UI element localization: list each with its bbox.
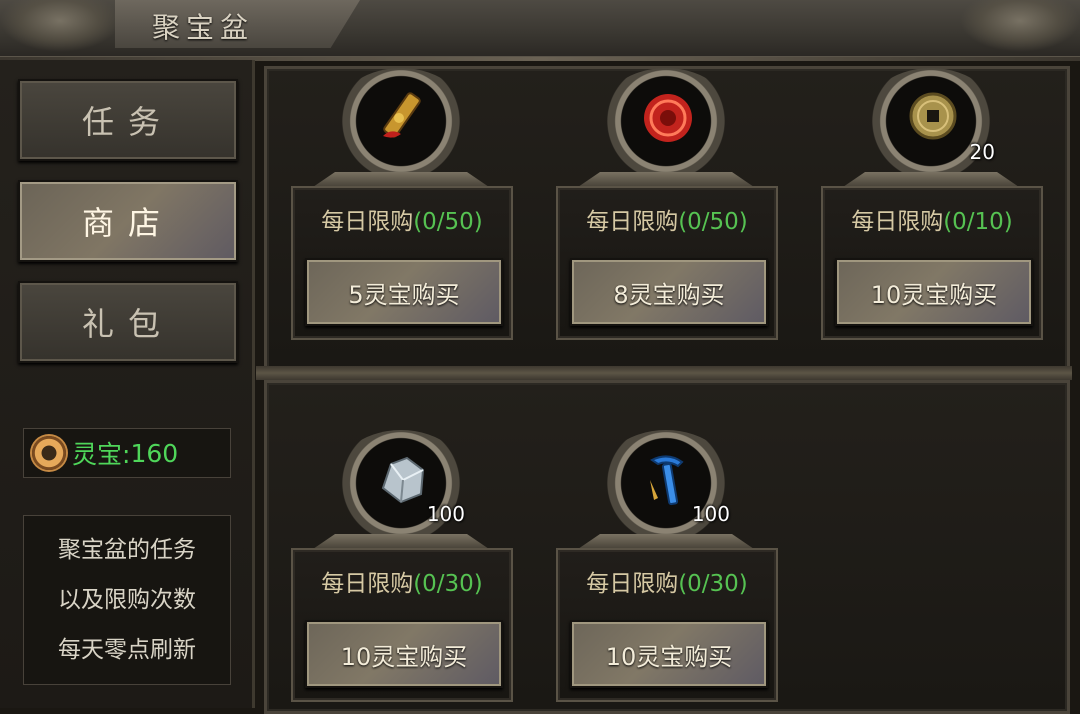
currency-display: 灵宝: 160	[23, 428, 231, 478]
blue-pickaxe-icon	[638, 450, 698, 510]
refresh-notice: 聚宝盆的任务 以及限购次数 每天零点刷新	[23, 515, 231, 685]
daily-limit: 每日限购(0/10)	[823, 202, 1041, 236]
tab-shop[interactable]: 商店	[18, 180, 238, 262]
shop-item-card: 100 每日限购(0/30) 10灵宝购买	[291, 430, 513, 702]
item-count: 100	[691, 502, 730, 526]
currency-label: 灵宝:	[72, 440, 131, 469]
daily-limit-label: 每日限购	[321, 571, 414, 597]
dragon-ornament-right-icon	[960, 0, 1080, 52]
shop-item-card: 每日限购(0/50) 8灵宝购买	[556, 68, 778, 340]
dragon-ornament-left-icon	[0, 0, 120, 52]
daily-limit-label: 每日限购	[586, 571, 679, 597]
item-card-body: 每日限购(0/50) 5灵宝购买	[291, 186, 513, 340]
buy-button[interactable]: 8灵宝购买	[570, 258, 768, 326]
tab-gift-pack[interactable]: 礼包	[18, 281, 238, 363]
tab-tasks[interactable]: 任务	[18, 79, 238, 161]
shop-item-card: 100 每日限购(0/30) 10灵宝购买	[556, 430, 778, 702]
daily-limit: 每日限购(0/50)	[293, 202, 511, 236]
daily-limit-label: 每日限购	[586, 209, 679, 235]
shop-item-card: 每日限购(0/50) 5灵宝购买	[291, 68, 513, 340]
item-count: 20	[969, 140, 995, 164]
item-card-body: 每日限购(0/30) 10灵宝购买	[556, 548, 778, 702]
sidebar: 任务 商店 礼包 灵宝: 160 聚宝盆的任务 以及限购次数 每天零点刷新	[0, 60, 255, 708]
bronze-coin-icon	[903, 88, 963, 148]
window-title: 聚宝盆	[152, 11, 255, 44]
item-card-body: 每日限购(0/50) 8灵宝购买	[556, 186, 778, 340]
daily-limit-count: (0/30)	[413, 571, 483, 597]
buy-button[interactable]: 10灵宝购买	[570, 620, 768, 688]
daily-limit-count: (0/50)	[678, 209, 748, 235]
buy-button[interactable]: 5灵宝购买	[305, 258, 503, 326]
daily-limit-count: (0/10)	[943, 209, 1013, 235]
notice-line: 聚宝盆的任务	[58, 537, 196, 563]
item-card-body: 每日限购(0/10) 10灵宝购买	[821, 186, 1043, 340]
red-jade-orb-icon	[638, 88, 698, 148]
daily-limit-label: 每日限购	[321, 209, 414, 235]
title-bar: 聚宝盆	[0, 0, 1080, 61]
daily-limit: 每日限购(0/30)	[293, 564, 511, 598]
panel-divider	[256, 366, 1072, 380]
item-card-body: 每日限购(0/30) 10灵宝购买	[291, 548, 513, 702]
currency-value: 160	[130, 438, 179, 468]
buy-button[interactable]: 10灵宝购买	[305, 620, 503, 688]
buy-button[interactable]: 10灵宝购买	[835, 258, 1033, 326]
notice-line: 每天零点刷新	[58, 637, 196, 663]
daily-limit: 每日限购(0/50)	[558, 202, 776, 236]
shop-item-card: 20 每日限购(0/10) 10灵宝购买	[821, 68, 1043, 340]
lingbao-coin-icon	[32, 436, 66, 470]
daily-limit-label: 每日限购	[851, 209, 944, 235]
red-talisman-scroll-icon	[373, 88, 433, 148]
item-count: 100	[426, 502, 465, 526]
silver-ore-icon	[373, 450, 433, 510]
notice-line: 以及限购次数	[58, 587, 196, 613]
daily-limit: 每日限购(0/30)	[558, 564, 776, 598]
daily-limit-count: (0/50)	[413, 209, 483, 235]
daily-limit-count: (0/30)	[678, 571, 748, 597]
